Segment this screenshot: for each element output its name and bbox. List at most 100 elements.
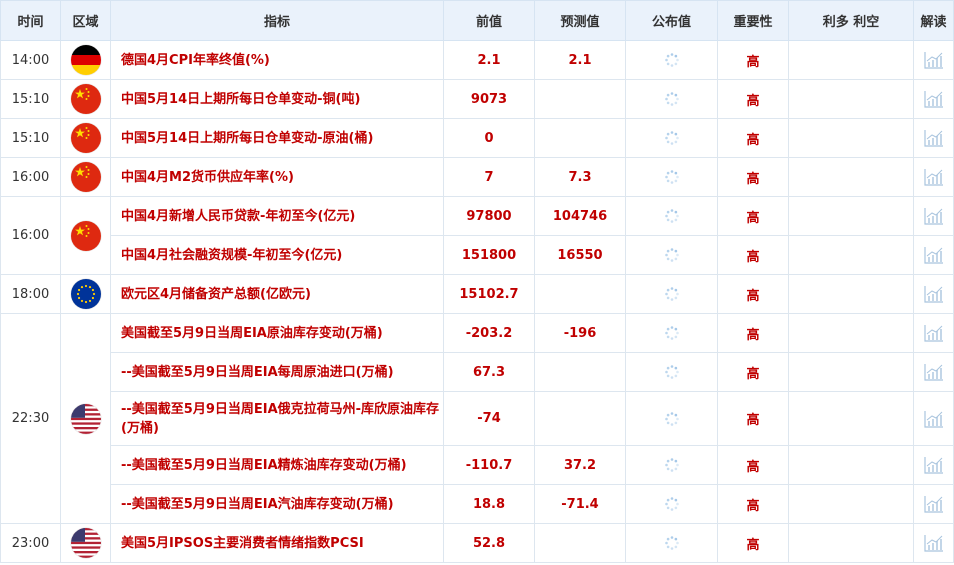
chart-analysis-icon[interactable] (923, 285, 944, 303)
table-row: 16:00 中国4月新增人民币贷款-年初至今(亿元) 97800 104746 高 (0, 196, 954, 275)
prev-value: 18.8 (443, 484, 535, 524)
header-importance: 重要性 (717, 0, 789, 41)
indicator-name[interactable]: 德国4月CPI年率终值(%) (110, 40, 444, 80)
china-flag-icon (70, 123, 101, 153)
forecast-value (534, 391, 626, 446)
actual-value (625, 445, 718, 485)
germany-flag-icon (70, 45, 101, 75)
indicator-name[interactable]: 中国4月新增人民币贷款-年初至今(亿元) (110, 196, 444, 236)
indicator-name[interactable]: 中国4月M2货币供应年率(%) (110, 157, 444, 197)
table-row: --美国截至5月9日当周EIA汽油库存变动(万桶) 18.8 -71.4 高 (1, 484, 954, 524)
indicator-name[interactable]: 中国4月社会融资规模-年初至今(亿元) (110, 235, 444, 275)
table-row: 16:00 中国4月M2货币供应年率(%) 7 7.3 高 (0, 157, 954, 197)
region-cell (60, 274, 111, 314)
chart-analysis-icon[interactable] (923, 207, 944, 225)
bull-bear-cell (788, 274, 914, 314)
actual-value (625, 313, 718, 353)
bull-bear-cell (788, 40, 914, 80)
interpret-cell[interactable] (913, 274, 954, 314)
forecast-value: 37.2 (534, 445, 626, 485)
chart-analysis-icon[interactable] (923, 324, 944, 342)
chart-analysis-icon[interactable] (923, 246, 944, 264)
prev-value: -74 (443, 391, 535, 446)
chart-analysis-icon[interactable] (923, 363, 944, 381)
loading-spinner-icon (664, 169, 680, 185)
actual-value (625, 391, 718, 446)
chart-analysis-icon[interactable] (923, 168, 944, 186)
interpret-cell[interactable] (913, 523, 954, 563)
header-time: 时间 (0, 0, 61, 41)
table-row: 15:10 中国5月14日上期所每日仓单变动-原油(桶) 0 高 (0, 118, 954, 158)
interpret-cell[interactable] (913, 157, 954, 197)
header-region: 区域 (60, 0, 111, 41)
table-row: --美国截至5月9日当周EIA每周原油进口(万桶) 67.3 高 (1, 352, 954, 392)
chart-analysis-icon[interactable] (923, 51, 944, 69)
actual-value (625, 79, 718, 119)
interpret-cell[interactable] (913, 484, 954, 524)
bull-bear-cell (788, 235, 914, 275)
indicator-name[interactable]: 美国5月IPSOS主要消费者情绪指数PCSI (110, 523, 444, 563)
event-time: 22:30 (0, 313, 61, 524)
actual-value (625, 274, 718, 314)
loading-spinner-icon (664, 364, 680, 380)
bull-bear-cell (788, 157, 914, 197)
forecast-value: -196 (534, 313, 626, 353)
bull-bear-cell (788, 313, 914, 353)
loading-spinner-icon (664, 247, 680, 263)
indicator-name[interactable]: 美国截至5月9日当周EIA原油库存变动(万桶) (110, 313, 444, 353)
importance-level: 高 (717, 313, 789, 353)
indicator-name[interactable]: --美国截至5月9日当周EIA每周原油进口(万桶) (110, 352, 444, 392)
loading-spinner-icon (664, 411, 680, 427)
china-flag-icon (70, 84, 101, 114)
table-row: --美国截至5月9日当周EIA俄克拉荷马州-库欣原油库存(万桶) -74 高 (1, 391, 954, 446)
interpret-cell[interactable] (913, 118, 954, 158)
chart-analysis-icon[interactable] (923, 129, 944, 147)
bull-bear-cell (788, 352, 914, 392)
prev-value: 52.8 (443, 523, 535, 563)
interpret-cell[interactable] (913, 196, 954, 236)
interpret-cell[interactable] (913, 313, 954, 353)
indicator-name[interactable]: 欧元区4月储备资产总额(亿欧元) (110, 274, 444, 314)
interpret-cell[interactable] (913, 40, 954, 80)
chart-analysis-icon[interactable] (923, 90, 944, 108)
chart-analysis-icon[interactable] (923, 410, 944, 428)
bull-bear-cell (788, 523, 914, 563)
indicator-name[interactable]: 中国5月14日上期所每日仓单变动-铜(吨) (110, 79, 444, 119)
importance-level: 高 (717, 157, 789, 197)
chart-analysis-icon[interactable] (923, 456, 944, 474)
interpret-cell[interactable] (913, 235, 954, 275)
region-cell (60, 118, 111, 158)
interpret-cell[interactable] (913, 79, 954, 119)
forecast-value (534, 352, 626, 392)
bull-bear-cell (788, 445, 914, 485)
table-row: --美国截至5月9日当周EIA精炼油库存变动(万桶) -110.7 37.2 高 (1, 445, 954, 485)
loading-spinner-icon (664, 91, 680, 107)
actual-value (625, 118, 718, 158)
indicator-name[interactable]: 中国5月14日上期所每日仓单变动-原油(桶) (110, 118, 444, 158)
header-actual: 公布值 (625, 0, 718, 41)
region-cell (60, 523, 111, 563)
importance-level: 高 (717, 391, 789, 446)
indicator-name[interactable]: --美国截至5月9日当周EIA俄克拉荷马州-库欣原油库存(万桶) (110, 391, 444, 446)
interpret-cell[interactable] (913, 445, 954, 485)
event-time: 15:10 (0, 79, 61, 119)
actual-value (625, 40, 718, 80)
chart-analysis-icon[interactable] (923, 495, 944, 513)
importance-level: 高 (717, 274, 789, 314)
actual-value (625, 523, 718, 563)
forecast-value (534, 523, 626, 563)
interpret-cell[interactable] (913, 352, 954, 392)
header-bullbear: 利多 利空 (788, 0, 914, 41)
bull-bear-cell (788, 118, 914, 158)
indicator-name[interactable]: --美国截至5月9日当周EIA精炼油库存变动(万桶) (110, 445, 444, 485)
loading-spinner-icon (664, 52, 680, 68)
bull-bear-cell (788, 196, 914, 236)
bull-bear-cell (788, 484, 914, 524)
actual-value (625, 484, 718, 524)
interpret-cell[interactable] (913, 391, 954, 446)
indicator-name[interactable]: --美国截至5月9日当周EIA汽油库存变动(万桶) (110, 484, 444, 524)
importance-level: 高 (717, 445, 789, 485)
prev-value: 7 (443, 157, 535, 197)
prev-value: 67.3 (443, 352, 535, 392)
chart-analysis-icon[interactable] (923, 534, 944, 552)
